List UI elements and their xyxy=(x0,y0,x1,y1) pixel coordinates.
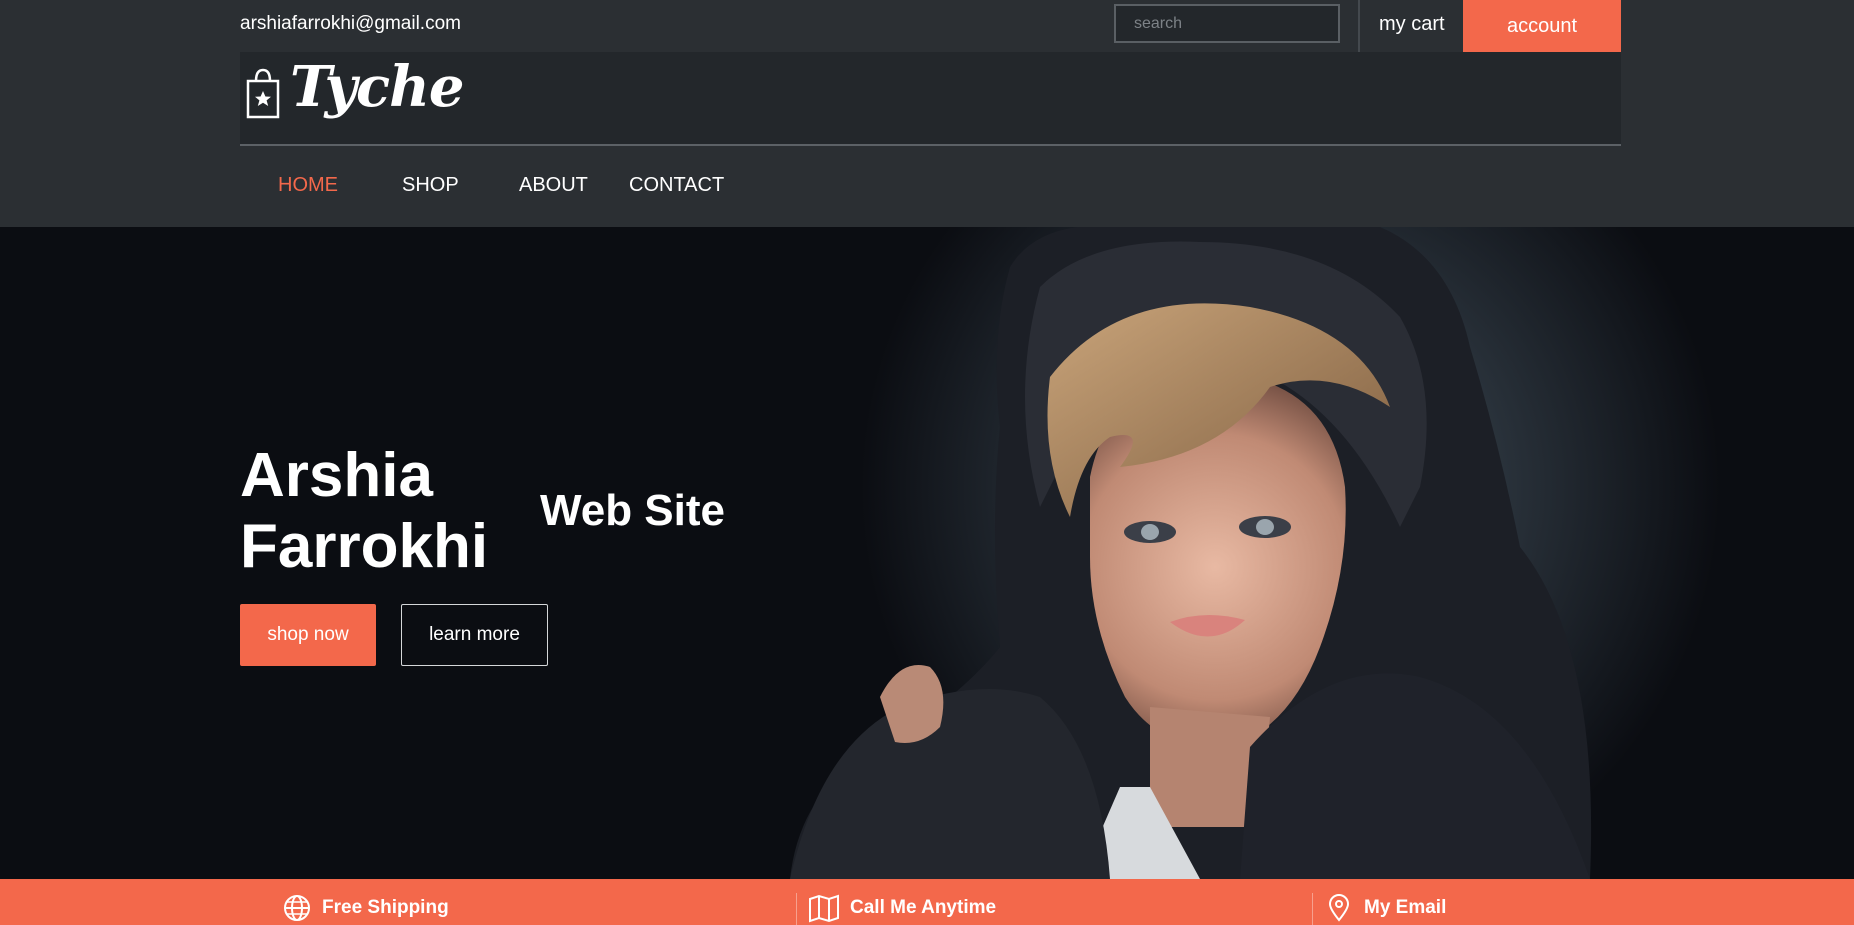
feature-free-shipping: Free Shipping xyxy=(282,893,449,923)
nav-home[interactable]: HOME xyxy=(278,174,338,197)
account-button[interactable]: account xyxy=(1463,0,1621,52)
feature-my-email: My Email xyxy=(1324,893,1446,923)
topbar-divider xyxy=(1358,0,1360,52)
nav-about[interactable]: ABOUT xyxy=(519,174,588,197)
feature-label: Free Shipping xyxy=(322,897,449,918)
feature-call-me: Call Me Anytime xyxy=(808,893,996,923)
features-strip: Free Shipping Call Me Anytime My Email xyxy=(0,879,1854,925)
shopping-bag-star-icon[interactable] xyxy=(245,67,281,119)
hero-title-line2: Farrokhi xyxy=(240,512,489,581)
feature-label: My Email xyxy=(1364,897,1447,918)
shop-now-button[interactable]: shop now xyxy=(240,604,376,666)
header-divider xyxy=(240,144,1621,146)
brand-logo[interactable]: Tyche xyxy=(290,54,464,120)
feature-label: Call Me Anytime xyxy=(850,897,997,918)
nav-shop[interactable]: SHOP xyxy=(402,174,459,197)
feature-divider xyxy=(1312,893,1313,925)
globe-icon xyxy=(284,895,310,921)
search-input[interactable] xyxy=(1114,4,1340,43)
contact-email[interactable]: arshiafarrokhi@gmail.com xyxy=(240,13,461,35)
hero-subtitle: Web Site xyxy=(540,486,726,535)
nav-contact[interactable]: CONTACT xyxy=(629,174,724,197)
feature-divider xyxy=(796,893,797,925)
learn-more-button[interactable]: learn more xyxy=(401,604,548,666)
map-icon xyxy=(809,894,839,923)
hero-title-line1: Arshia xyxy=(240,441,433,510)
hero-title: Arshia Farrokhi xyxy=(240,440,488,582)
my-cart-link[interactable]: my cart xyxy=(1379,13,1445,36)
location-pin-icon xyxy=(1328,894,1350,922)
